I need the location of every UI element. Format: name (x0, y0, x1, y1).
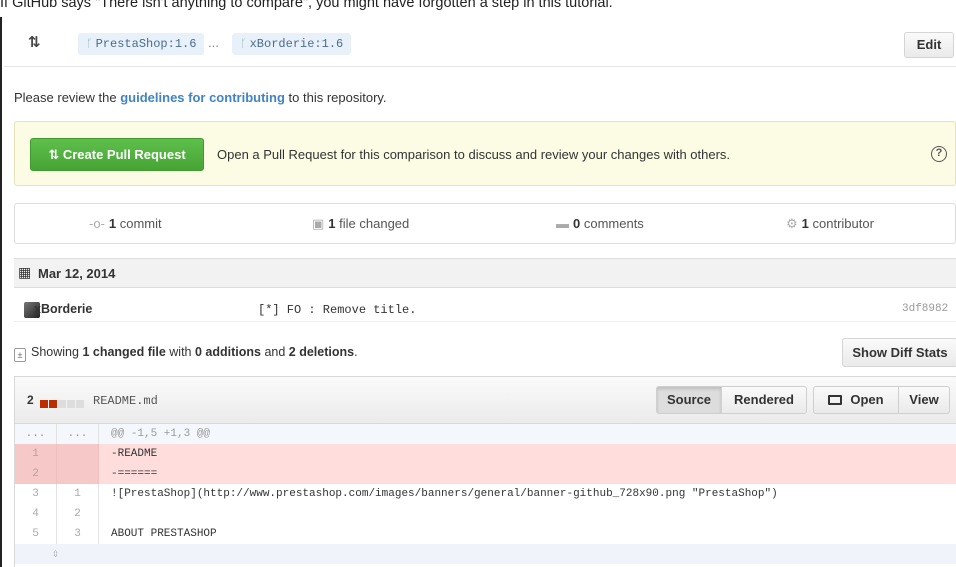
files-changed-count: 1 (328, 216, 336, 231)
line-code: -README (111, 448, 158, 460)
compare-icon: ⇅ (28, 34, 41, 51)
pull-request-icon: ⇅ (48, 147, 63, 162)
deletions-count: 2 deletions (288, 345, 355, 359)
deleted-line: 2 -====== (15, 464, 956, 484)
files-changed-label: file changed (335, 216, 410, 231)
contributor-icon: ⚙ (786, 216, 798, 231)
neutral-block (67, 400, 75, 408)
file-diff-icon: ± (14, 348, 26, 362)
range-separator: ... (208, 35, 219, 50)
line-code: ABOUT PRESTASHOP (111, 528, 217, 540)
old-line-number[interactable]: 3 (15, 484, 57, 504)
context-line: 4 2 (15, 504, 956, 524)
deletion-block (49, 400, 57, 408)
diff-summary: ± Showing 1 changed file with 0 additions… (14, 345, 358, 362)
hunk-header: @@ -1,5 +1,3 @@ (111, 428, 211, 440)
pull-request-message: Open a Pull Request for this comparison … (217, 147, 731, 162)
summary-suffix: . (354, 345, 358, 359)
contributor-count: 1 (801, 216, 809, 231)
file-diff: 2 README.md Source Rendered Open View ..… (14, 376, 956, 567)
context-line: 5 3 ABOUT PRESTASHOP (15, 524, 956, 544)
compare-range-bar: ⇅ ᚴ PrestaShop:1.6 ... ᚴ xBorderie:1.6 Edi… (4, 22, 956, 67)
context-line: 3 1 ![PrestaShop](http://www.prestashop.… (15, 484, 956, 504)
new-line-number[interactable]: 1 (57, 484, 99, 504)
additions-count: 0 additions (194, 345, 261, 359)
line-code: -====== (111, 468, 158, 480)
calendar-icon: ▦ (18, 264, 32, 280)
line-code: ![PrestaShop](http://www.prestashop.com/… (111, 488, 778, 500)
question-icon[interactable]: ? (931, 146, 947, 162)
old-line-number[interactable]: 2 (15, 464, 57, 484)
commit-label: commit (116, 216, 162, 231)
changed-files: 1 changed file (82, 345, 166, 359)
expand-row[interactable]: ⇳ (15, 544, 956, 564)
notice-text-before: Please review the (14, 90, 121, 105)
file-name[interactable]: README.md (93, 394, 158, 408)
deleted-line: 1 -README (15, 444, 956, 464)
base-branch-label: PrestaShop:1.6 (95, 37, 197, 51)
new-line-number[interactable] (57, 444, 99, 464)
stat-commits[interactable]: -o- 1 commit (89, 216, 162, 231)
contributor-label: contributor (808, 216, 874, 231)
head-branch-label: xBorderie:1.6 (249, 37, 344, 51)
base-branch[interactable]: ᚴ PrestaShop:1.6 (78, 33, 205, 55)
commit-icon: -o- (89, 216, 105, 231)
branch-icon: ᚴ (240, 39, 247, 51)
new-line-number[interactable] (57, 464, 99, 484)
commit-sha[interactable]: 3df8982 (902, 303, 948, 315)
comment-icon: ▬ (556, 216, 569, 231)
new-line-number[interactable]: 2 (57, 504, 99, 524)
old-line-number[interactable]: 5 (15, 524, 57, 544)
show-diff-stats-button[interactable]: Show Diff Stats (842, 338, 956, 367)
file-change-count: 2 (27, 393, 34, 407)
commit-message[interactable]: [*] FO : Remove title. (258, 303, 416, 317)
pull-request-prompt: ⇅ Create Pull Request Open a Pull Reques… (14, 121, 956, 186)
notice-text-after: to this repository. (284, 90, 387, 105)
edit-button[interactable]: Edit (904, 32, 954, 58)
open-in-desktop-button[interactable]: Open (813, 386, 899, 414)
commit-date: Mar 12, 2014 (38, 266, 116, 281)
commit-date-group: ▦ Mar 12, 2014 (14, 258, 956, 288)
branch-icon: ᚴ (86, 39, 93, 51)
rendered-view-button[interactable]: Rendered (721, 386, 807, 414)
view-file-button[interactable]: View (898, 386, 950, 414)
stat-comments[interactable]: ▬ 0 comments (556, 216, 644, 231)
neutral-block (76, 400, 84, 408)
file-diff-icon: ▣ (312, 216, 325, 231)
create-pull-request-label: Create Pull Request (62, 147, 186, 162)
open-label: Open (850, 392, 884, 407)
old-line-number[interactable]: 4 (15, 504, 57, 524)
expand-icon[interactable]: ⇳ (52, 546, 59, 561)
neutral-block (58, 400, 66, 408)
guidelines-link[interactable]: guidelines for contributing (120, 90, 285, 105)
stat-contributors[interactable]: ⚙ 1 contributor (786, 216, 874, 232)
deletion-block (40, 400, 48, 408)
head-branch[interactable]: ᚴ xBorderie:1.6 (232, 33, 352, 55)
summary-and: and (260, 345, 289, 359)
diff-stat-blocks (40, 396, 85, 411)
file-header: 2 README.md Source Rendered Open View (15, 377, 956, 424)
commit-row[interactable]: xBorderie [*] FO : Remove title. 3df8982 (14, 298, 956, 322)
contributing-notice: Please review the guidelines for contrib… (14, 90, 387, 105)
comment-label: comments (580, 216, 644, 231)
hunk-header-row: ... ... @@ -1,5 +1,3 @@ (15, 424, 956, 444)
old-line-number[interactable]: 1 (15, 444, 57, 464)
tutorial-note: If GitHub says "There isn't anything to … (0, 0, 613, 11)
new-line-number[interactable]: ... (57, 424, 99, 444)
diff-lines: ... ... @@ -1,5 +1,3 @@ 1 -README 2 -===… (15, 424, 956, 564)
comparison-stats: -o- 1 commit ▣ 1 file changed ▬ 0 comments … (14, 203, 956, 244)
summary-with: with (165, 345, 195, 359)
commit-author[interactable]: xBorderie (34, 302, 92, 316)
old-line-number[interactable]: ... (15, 424, 57, 444)
summary-prefix: Showing (31, 345, 83, 359)
create-pull-request-button[interactable]: ⇅ Create Pull Request (30, 138, 204, 171)
source-view-button[interactable]: Source (656, 386, 722, 414)
monitor-icon (828, 395, 843, 405)
stat-files-changed[interactable]: ▣ 1 file changed (312, 216, 409, 232)
new-line-number[interactable]: 3 (57, 524, 99, 544)
